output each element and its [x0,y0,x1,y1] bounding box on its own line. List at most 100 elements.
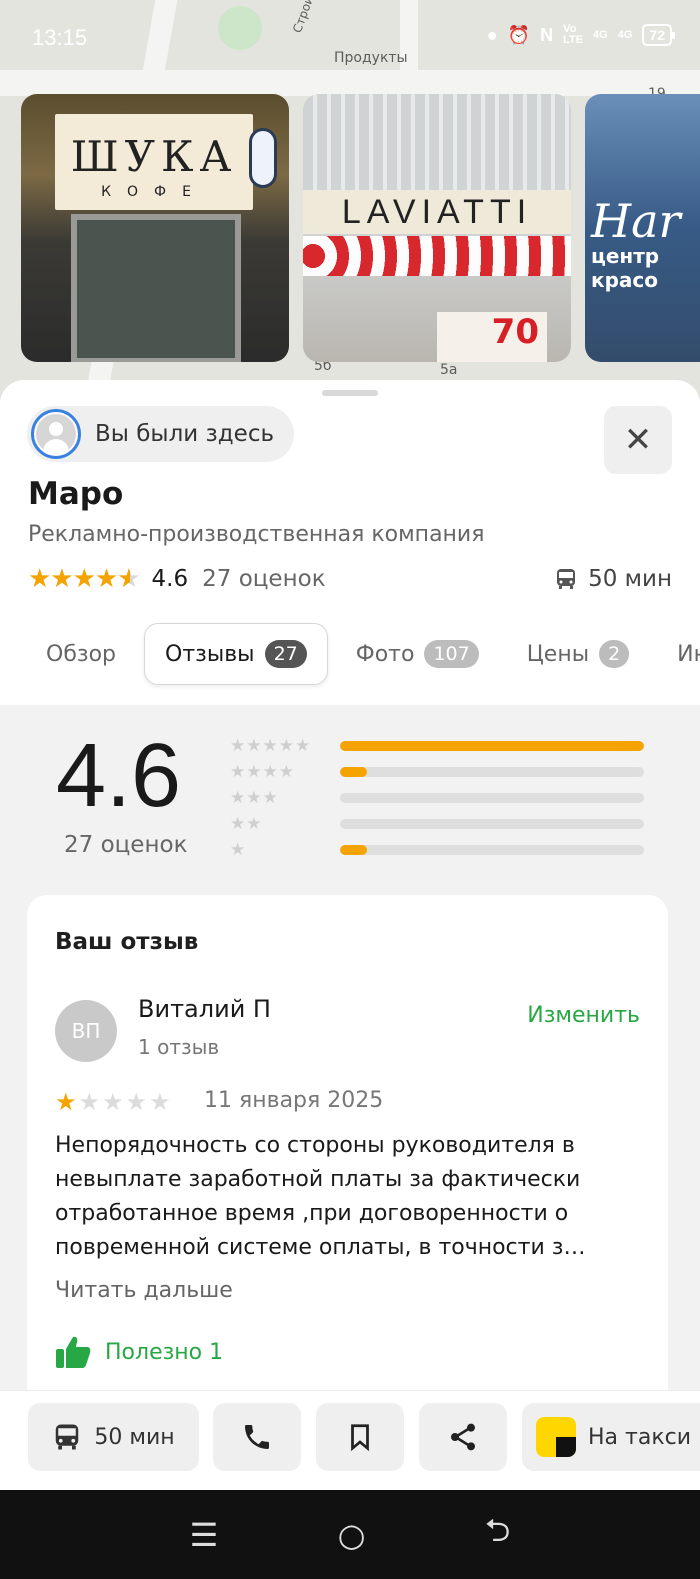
place-card-sheet: Вы были здесь ✕ Маро Рекламно-производст… [0,380,700,1390]
distribution-bar [340,793,644,803]
status-time: 13:15 [32,25,88,50]
photo-sign-subtext: КОФЕ [101,184,207,200]
photo-ceiling [303,94,571,194]
tab-label: Цены [526,641,590,667]
nfc-icon: N [540,24,554,45]
tab-label: Отзывы [165,641,255,667]
photo-brand-text: LAVIATTI [303,190,571,234]
photo-balloons [303,236,571,276]
distribution-stars: ★ [230,840,247,860]
volte-indicator: Vo LTE [563,23,584,46]
place-photo-3[interactable]: Har центр красо [585,94,700,362]
bus-icon [557,569,576,589]
distribution-row: ★★ [230,811,644,837]
taxi-label: На такси [588,1424,691,1450]
back-icon[interactable]: ⮌ [485,1508,511,1562]
avatar[interactable]: ВП [55,1000,117,1062]
tab-badge: 27 [264,640,307,668]
rating-stars: ★★★★★ ★ [28,564,141,594]
tab-reviews[interactable]: Отзывы 27 [144,623,328,685]
distribution-row: ★ [230,837,644,863]
call-button[interactable] [213,1403,301,1471]
share-icon [451,1423,475,1451]
system-nav-bar: ☰ ○ ⮌ [0,1490,700,1579]
taxi-button[interactable]: На такси [522,1403,700,1471]
phone-icon [245,1425,269,1449]
network-4g-1: 4G [593,28,608,41]
distribution-bar [340,845,644,855]
tab-badge: 2 [599,640,630,668]
my-review-heading: Ваш отзыв [55,929,199,955]
useful-button[interactable]: Полезно 1 [55,1335,223,1369]
distribution-fill [340,741,644,751]
route-time: 50 мин [94,1424,175,1450]
distribution-bar [340,741,644,751]
review-stars: ★★★★★ [55,1088,173,1116]
close-icon: ✕ [623,420,653,460]
review-text[interactable]: Непорядочность со стороны руководителя в… [55,1129,645,1265]
photo-door [71,214,241,362]
thumbs-up-icon [56,1336,91,1368]
map-label-building-5a: 5а [440,362,458,378]
place-title: Маро [28,476,124,512]
review-author[interactable]: Виталий П [138,995,271,1023]
review-author-count: 1 отзыв [138,1035,220,1059]
edit-review-button[interactable]: Изменить [527,1003,640,1028]
photo-lamp [249,128,277,188]
distribution-stars: ★★ [230,814,263,834]
bus-icon [56,1424,79,1450]
photo-sign-text: ШУКА [70,132,238,181]
photo-sale-text: 70 [437,312,547,362]
distribution-row: ★★★★★ [230,733,644,759]
action-bar: 50 мин На такси [0,1390,700,1490]
tab-label: Фото [355,641,415,667]
tab-info[interactable]: Ин [657,623,700,685]
tab-prices[interactable]: Цены 2 [507,623,649,685]
rating-row[interactable]: ★★★★★ ★ 4.6 27 оценок 50 мин [28,562,672,596]
photo-sign: ШУКА КОФЕ [55,114,253,210]
battery-icon: 72 [642,24,675,46]
read-more-link[interactable]: Читать дальше [55,1278,233,1303]
close-button[interactable]: ✕ [604,406,672,474]
summary-rating: 4.6 [56,726,182,826]
place-photo-2[interactable]: LAVIATTI 70 [303,94,571,362]
visited-label: Вы были здесь [95,421,275,447]
share-button[interactable] [419,1403,507,1471]
place-category: Рекламно-производственная компания [28,522,485,547]
distribution-stars: ★★★★★ [230,736,312,756]
distribution-row: ★★★ [230,785,644,811]
bookmark-button[interactable] [316,1403,404,1471]
home-icon[interactable]: ○ [338,1516,366,1554]
travel-time[interactable]: 50 мин [554,566,672,592]
photo-subtext: центр красо [591,244,660,292]
rating-value: 4.6 [151,566,189,592]
distribution-bar [340,819,644,829]
location-icon: ● [486,24,498,45]
distribution-stars: ★★★★ [230,762,295,782]
rating-summary: 4.6 27 оценок ★★★★★ ★★★★ ★★★ ★★ ★ Ваш отзыв … [0,705,700,1390]
tab-badge: 107 [424,640,479,668]
menu-icon[interactable]: ☰ [190,1516,219,1554]
place-photo-1[interactable]: ШУКА КОФЕ [21,94,289,362]
alarm-icon: ⏰ [507,24,531,45]
distribution-fill [340,845,368,855]
route-button[interactable]: 50 мин [28,1403,199,1471]
user-avatar-icon [31,409,81,459]
distribution-row: ★★★★ [230,759,644,785]
distribution-stars: ★★★ [230,788,279,808]
travel-time-label: 50 мин [588,566,672,592]
sheet-drag-handle[interactable] [322,390,378,396]
ratings-count: 27 оценок [202,566,326,592]
rating-distribution: ★★★★★ ★★★★ ★★★ ★★ ★ [230,733,644,863]
tab-overview[interactable]: Обзор [26,623,136,685]
network-4g-2: 4G [617,28,633,41]
useful-label: Полезно 1 [105,1339,224,1365]
bookmark-icon [351,1424,369,1452]
taxi-icon [536,1417,576,1457]
distribution-fill [340,767,368,777]
tabs-bar: Обзор Отзывы 27 Фото 107 Цены 2 Ин [0,620,700,688]
tab-label: Обзор [46,641,117,667]
distribution-bar [340,767,644,777]
visited-here-chip[interactable]: Вы были здесь [27,406,295,462]
tab-photos[interactable]: Фото 107 [336,623,499,685]
